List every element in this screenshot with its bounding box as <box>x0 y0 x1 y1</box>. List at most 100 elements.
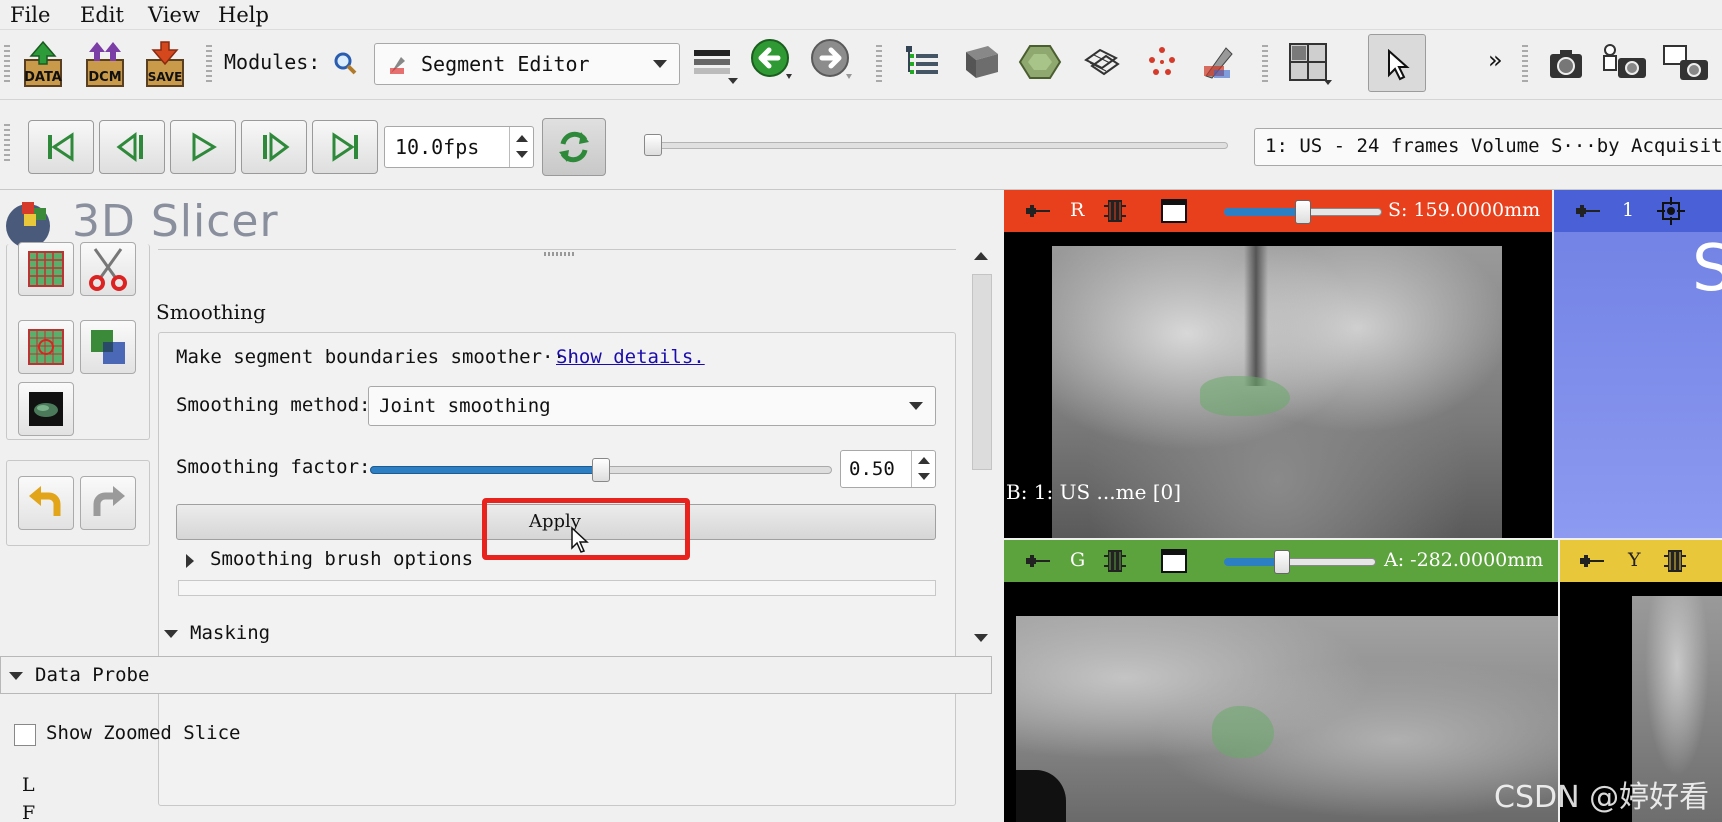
sequence-slider[interactable] <box>644 134 1228 156</box>
smoothing-method-select[interactable]: Joint smoothing <box>368 386 936 426</box>
chevron-down-icon[interactable] <box>974 634 988 642</box>
green-slice-view[interactable]: G A: -282.0000mm <box>1004 540 1558 822</box>
skip-first-icon <box>48 132 74 162</box>
segment-editor-toolbar-icon[interactable] <box>1200 42 1240 82</box>
data-tree-icon[interactable] <box>902 42 942 82</box>
toolbar-grip[interactable] <box>4 45 10 85</box>
red-slice-slider[interactable] <box>1224 200 1382 224</box>
show-details-link[interactable]: Show details. <box>556 346 705 368</box>
slider-handle[interactable] <box>1274 550 1290 574</box>
red-slice-view[interactable]: R S: 159.0000mm B: 1: US ...me [0] <box>1004 190 1552 538</box>
3d-view[interactable]: 1 S <box>1554 190 1722 538</box>
slider-track <box>644 142 1228 149</box>
redo-icon <box>93 486 125 516</box>
slider-handle[interactable] <box>592 458 610 482</box>
scrollbar-thumb[interactable] <box>972 274 992 470</box>
chevron-right-icon[interactable] <box>186 554 194 568</box>
center-view-icon[interactable] <box>1656 196 1686 226</box>
fps-stepper[interactable] <box>509 127 533 167</box>
menu-file[interactable]: File <box>10 3 50 27</box>
colormap-button[interactable] <box>694 50 738 84</box>
capture-icon[interactable] <box>1662 42 1712 84</box>
loop-icon <box>559 131 589 163</box>
smoothing-effect-button[interactable] <box>18 382 74 436</box>
toolbar-grip[interactable] <box>206 45 212 85</box>
menu-view[interactable]: View <box>148 3 200 27</box>
smoothing-factor-slider[interactable] <box>370 458 832 482</box>
pin-icon[interactable] <box>1580 554 1606 568</box>
link-grid-icon[interactable] <box>1102 548 1128 574</box>
logical-operators-button[interactable] <box>80 320 136 374</box>
scissors-effect-button[interactable] <box>80 242 136 296</box>
slider-handle[interactable] <box>644 134 662 156</box>
scissors-icon <box>89 248 127 291</box>
fps-value: 10.0fps <box>395 135 480 159</box>
grid-icon <box>28 251 64 287</box>
layout-icon[interactable] <box>1286 40 1332 86</box>
pin-icon[interactable] <box>1576 204 1602 218</box>
islands-effect-button[interactable] <box>18 320 74 374</box>
chevron-down-icon[interactable] <box>918 473 930 480</box>
more-tools-button[interactable]: » <box>1488 46 1503 74</box>
forward-arrow-icon[interactable] <box>810 38 854 82</box>
green-ultrasound-image <box>1016 616 1558 822</box>
markups-icon[interactable] <box>1142 42 1182 82</box>
pin-icon[interactable] <box>1026 204 1052 218</box>
previous-frame-button[interactable] <box>99 120 165 174</box>
link-grid-icon[interactable] <box>1102 198 1128 224</box>
pin-icon[interactable] <box>1026 554 1052 568</box>
save-button[interactable]: SAVE <box>140 36 190 92</box>
toolbar-grip[interactable] <box>1262 45 1268 85</box>
segment-overlay <box>1200 376 1290 416</box>
models-icon[interactable] <box>1018 42 1062 82</box>
green-slice-slider[interactable] <box>1224 550 1376 574</box>
masking-section-toggle[interactable]: Masking <box>190 622 270 644</box>
highlight-box <box>482 498 690 560</box>
play-button[interactable] <box>170 120 236 174</box>
menu-edit[interactable]: Edit <box>80 3 124 27</box>
first-frame-button[interactable] <box>28 120 94 174</box>
threshold-effect-button[interactable] <box>18 242 74 296</box>
redo-button[interactable] <box>80 476 136 530</box>
fps-spinbox[interactable]: 10.0fps <box>384 126 534 168</box>
overlap-squares-icon <box>91 330 125 364</box>
smoothing-brush-options-toggle[interactable]: Smoothing brush options <box>210 548 473 570</box>
menu-help[interactable]: Help <box>218 3 269 27</box>
show-zoomed-checkbox[interactable] <box>14 724 36 746</box>
back-arrow-icon[interactable] <box>750 38 794 82</box>
chevron-up-icon[interactable] <box>974 252 988 260</box>
toolbar-grip[interactable] <box>4 124 10 164</box>
last-frame-button[interactable] <box>312 120 378 174</box>
dicom-button[interactable]: DCM <box>80 36 130 92</box>
factor-stepper[interactable] <box>911 451 935 487</box>
sequence-browser-selector[interactable]: 1: US - 24 frames Volume S···by Acquisit… <box>1254 128 1722 166</box>
splitter-handle[interactable] <box>544 252 574 256</box>
chevron-up-icon[interactable] <box>516 135 528 142</box>
smoothing-factor-spinbox[interactable]: 0.50 <box>840 450 936 488</box>
link-grid-icon[interactable] <box>1662 548 1688 574</box>
load-data-button[interactable]: DATA <box>18 36 68 92</box>
smoothing-factor-label: Smoothing factor: <box>176 456 371 478</box>
chevron-down-icon[interactable] <box>164 630 178 638</box>
maximize-view-icon[interactable] <box>1160 198 1188 224</box>
maximize-view-icon[interactable] <box>1160 548 1188 574</box>
chevron-down-icon[interactable] <box>516 151 528 158</box>
pointer-mode-button[interactable] <box>1368 34 1426 92</box>
loop-toggle-button[interactable] <box>542 118 606 176</box>
chevron-up-icon[interactable] <box>918 457 930 464</box>
toolbar-grip[interactable] <box>1522 45 1528 85</box>
scene-view-icon[interactable] <box>1600 42 1648 84</box>
next-frame-button[interactable] <box>241 120 307 174</box>
toolbar-grip[interactable] <box>876 45 882 85</box>
screenshot-icon[interactable] <box>1546 44 1586 84</box>
yellow-view-label: Y <box>1628 549 1641 571</box>
options-scrollbar[interactable] <box>970 238 994 822</box>
search-icon[interactable] <box>332 50 358 76</box>
data-probe-header[interactable]: Data Probe <box>0 656 992 694</box>
green-slice-offset: A: -282.0000mm <box>1384 549 1544 571</box>
module-selector[interactable]: Segment Editor <box>374 43 680 85</box>
slider-handle[interactable] <box>1295 200 1311 224</box>
volumes-icon[interactable] <box>960 40 1002 82</box>
transforms-icon[interactable] <box>1082 42 1122 82</box>
undo-button[interactable] <box>18 476 74 530</box>
